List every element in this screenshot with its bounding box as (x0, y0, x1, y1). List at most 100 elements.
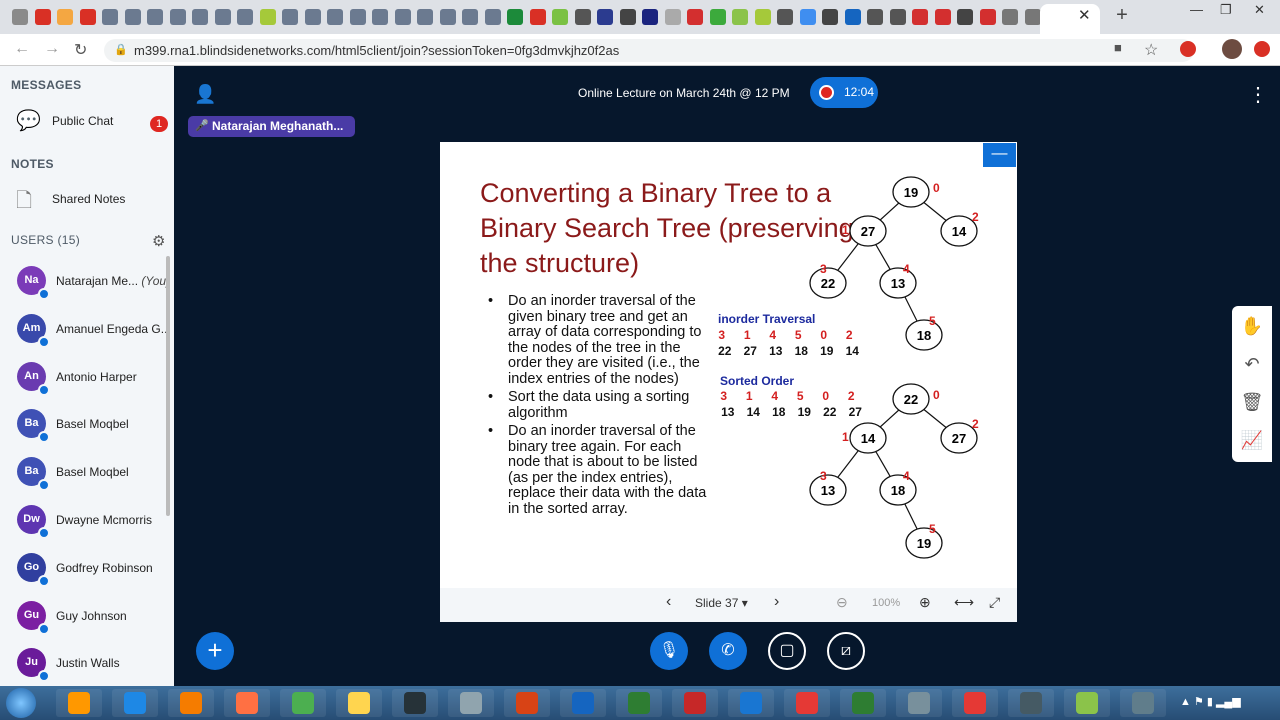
tab-favicon-icon[interactable] (687, 9, 703, 25)
next-slide-button[interactable]: › (774, 593, 779, 611)
tab-favicon-icon[interactable] (327, 9, 343, 25)
tab-close-icon[interactable]: ✕ (1078, 6, 1091, 24)
tab-favicon-icon[interactable] (507, 9, 523, 25)
taskbar-app-icon[interactable] (1064, 689, 1110, 717)
tab-favicon-icon[interactable] (124, 9, 141, 25)
taskbar-app-icon[interactable] (1120, 689, 1166, 717)
tab-favicon-icon[interactable] (394, 9, 411, 25)
taskbar-app-icon[interactable] (56, 689, 102, 717)
leave-audio-button[interactable]: ✆ (709, 632, 747, 670)
multi-user-whiteboard-icon[interactable]: 📈 (1240, 428, 1264, 452)
taskbar-app-icon[interactable] (616, 689, 662, 717)
sidebar-scrollbar[interactable] (166, 256, 170, 516)
reload-icon[interactable]: ↻ (74, 40, 87, 60)
address-bar[interactable]: 🔒 m399.rna1.blindsidenetworks.com/html5c… (104, 39, 1194, 62)
zoom-in-button[interactable]: ⊕ (919, 594, 931, 611)
tab-favicon-icon[interactable] (867, 9, 883, 25)
user-list-item[interactable]: Am Amanuel Engeda G... (0, 310, 168, 356)
tab-favicon-icon[interactable] (57, 9, 73, 25)
tab-favicon-icon[interactable] (102, 9, 118, 25)
tab-favicon-icon[interactable] (664, 9, 681, 25)
menu-extension-icon[interactable] (1254, 41, 1270, 57)
tab-favicon-icon[interactable] (822, 9, 838, 25)
tab-favicon-icon[interactable] (34, 9, 51, 25)
fullscreen-button[interactable]: ⤢ (989, 594, 1000, 611)
tab-favicon-icon[interactable] (79, 9, 96, 25)
taskbar-app-icon[interactable] (504, 689, 550, 717)
user-list-item[interactable]: Dw Dwayne Mcmorris (0, 501, 168, 547)
tab-favicon-icon[interactable] (912, 9, 928, 25)
tab-favicon-icon[interactable] (304, 9, 321, 25)
tab-favicon-icon[interactable] (1002, 9, 1018, 25)
taskbar-app-icon[interactable] (952, 689, 998, 717)
taskbar-app-icon[interactable] (1008, 689, 1054, 717)
active-tab[interactable] (1040, 4, 1100, 34)
tab-favicon-icon[interactable] (282, 9, 298, 25)
tab-favicon-icon[interactable] (754, 9, 771, 25)
tab-favicon-icon[interactable] (799, 9, 816, 25)
prev-slide-button[interactable]: ‹ (666, 593, 671, 611)
tab-favicon-icon[interactable] (417, 9, 433, 25)
tab-favicon-icon[interactable] (979, 9, 996, 25)
user-list-item[interactable]: An Antonio Harper (0, 358, 168, 404)
taskbar-app-icon[interactable] (728, 689, 774, 717)
tab-favicon-icon[interactable] (709, 9, 726, 25)
tab-favicon-icon[interactable] (552, 9, 568, 25)
shared-notes-item[interactable]: 🗋 Shared Notes (0, 184, 174, 216)
user-status-icon[interactable]: 👤 (194, 84, 216, 105)
tab-favicon-icon[interactable] (484, 9, 501, 25)
share-screen-button[interactable]: ⧄ (827, 632, 865, 670)
user-list-item[interactable]: Ba Basel Moqbel (0, 453, 168, 499)
hand-tool-icon[interactable]: ✋ (1240, 314, 1264, 338)
new-tab-button[interactable]: + (1110, 4, 1134, 28)
tab-favicon-icon[interactable] (147, 9, 163, 25)
tab-favicon-icon[interactable] (889, 9, 906, 25)
tab-favicon-icon[interactable] (732, 9, 748, 25)
taskbar-app-icon[interactable] (672, 689, 718, 717)
bookmark-star-icon[interactable]: ☆ (1144, 40, 1158, 60)
taskbar-app-icon[interactable] (280, 689, 326, 717)
zoom-out-button[interactable]: ⊖ (836, 594, 848, 611)
user-list-item[interactable]: Ba Basel Moqbel (0, 405, 168, 451)
taskbar-app-icon[interactable] (336, 689, 382, 717)
profile-avatar[interactable] (1222, 39, 1242, 59)
tab-favicon-icon[interactable] (439, 9, 456, 25)
taskbar-app-icon[interactable] (896, 689, 942, 717)
tab-favicon-icon[interactable] (642, 9, 658, 25)
forward-icon[interactable]: → (44, 40, 60, 58)
taskbar-app-icon[interactable] (168, 689, 214, 717)
undo-icon[interactable]: ↶ (1240, 352, 1264, 376)
tab-favicon-icon[interactable] (349, 9, 366, 25)
taskbar-app-icon[interactable] (784, 689, 830, 717)
share-webcam-button[interactable]: ▢ (768, 632, 806, 670)
minimize-window-icon[interactable]: — (1190, 2, 1203, 17)
system-tray[interactable]: ▲ ⚑ ▮ ▂▄▆ (1180, 695, 1241, 708)
fit-width-button[interactable]: ⟷ (954, 594, 974, 611)
back-icon[interactable]: ← (14, 40, 30, 58)
restore-window-icon[interactable]: ❐ (1220, 2, 1232, 18)
user-list-item[interactable]: Ju Justin Walls (0, 644, 168, 686)
user-list-item[interactable]: Go Godfrey Robinson (0, 549, 168, 595)
options-menu-icon[interactable]: ⋮ (1248, 82, 1268, 107)
taskbar-app-icon[interactable] (448, 689, 494, 717)
taskbar-app-icon[interactable] (112, 689, 158, 717)
tab-favicon-icon[interactable] (12, 9, 28, 25)
tab-favicon-icon[interactable] (957, 9, 973, 25)
start-button[interactable] (6, 688, 36, 718)
user-list-item[interactable]: Gu Guy Johnson (0, 597, 168, 643)
tab-favicon-icon[interactable] (169, 9, 186, 25)
taskbar-app-icon[interactable] (392, 689, 438, 717)
tab-favicon-icon[interactable] (237, 9, 253, 25)
tab-favicon-icon[interactable] (597, 9, 613, 25)
tab-favicon-icon[interactable] (214, 9, 231, 25)
mute-microphone-button[interactable]: 🎙 (650, 632, 688, 670)
tab-favicon-icon[interactable] (777, 9, 793, 25)
tab-favicon-icon[interactable] (372, 9, 388, 25)
taskbar-app-icon[interactable] (224, 689, 270, 717)
tab-favicon-icon[interactable] (1024, 9, 1041, 25)
tab-favicon-icon[interactable] (934, 9, 951, 25)
tab-favicon-icon[interactable] (529, 9, 546, 25)
extension-icon[interactable] (1180, 41, 1196, 57)
slide-selector[interactable]: Slide 37 ▾ (695, 596, 748, 610)
tab-favicon-icon[interactable] (259, 9, 276, 25)
